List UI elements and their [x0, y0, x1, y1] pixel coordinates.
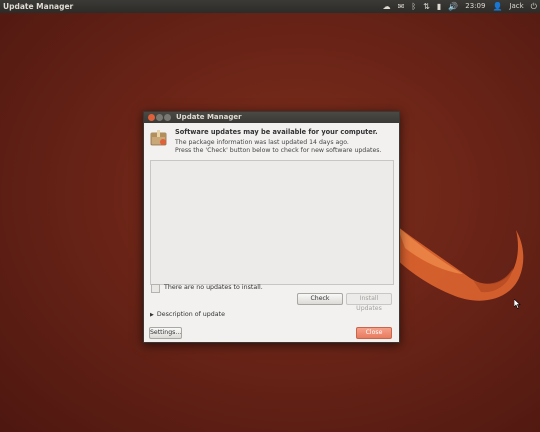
network-icon[interactable]: ⇅: [423, 1, 430, 12]
updates-checkbox[interactable]: [151, 284, 160, 293]
window-minimize-icon[interactable]: [156, 114, 163, 121]
battery-icon[interactable]: ▮: [437, 1, 441, 12]
system-tray: ☁ ✉ ᛒ ⇅ ▮ 🔊 23:09 👤 Jack ⏻: [383, 1, 537, 12]
power-icon[interactable]: ⏻: [531, 1, 537, 12]
window-titlebar[interactable]: Update Manager: [144, 112, 399, 123]
top-panel: Update Manager ☁ ✉ ᛒ ⇅ ▮ 🔊 23:09 👤 Jack …: [0, 0, 540, 13]
window-close-icon[interactable]: [148, 114, 155, 121]
volume-icon[interactable]: 🔊: [448, 1, 458, 12]
update-manager-window: Update Manager Software updates may be a…: [143, 111, 400, 343]
bluetooth-icon[interactable]: ᛒ: [411, 1, 416, 12]
user-icon[interactable]: 👤: [492, 1, 502, 12]
wallpaper-swoosh: [393, 226, 524, 301]
desktop: { "panel": { "app_name": "Update Manager…: [0, 0, 540, 432]
clock[interactable]: 23:09: [465, 1, 485, 12]
check-button[interactable]: Check: [297, 293, 343, 305]
updates-list[interactable]: [150, 160, 394, 285]
close-button[interactable]: Close: [356, 327, 392, 339]
description-label: Description of update: [156, 311, 225, 318]
no-updates-label: There are no updates to install.: [164, 284, 263, 291]
install-updates-button[interactable]: Install Updates: [346, 293, 392, 312]
cloud-icon[interactable]: ☁: [383, 1, 391, 12]
expander-arrow-icon: ▶: [150, 312, 154, 318]
window-maximize-icon[interactable]: [164, 114, 171, 121]
mail-icon[interactable]: ✉: [398, 1, 405, 12]
info-line-2: Press the 'Check' button below to check …: [175, 147, 382, 154]
info-line-1: The package information was last updated…: [175, 139, 349, 146]
description-expander[interactable]: ▶ Description of update: [150, 311, 225, 318]
mouse-cursor-icon: [514, 299, 521, 309]
user-name[interactable]: Jack: [509, 1, 523, 12]
headline-text: Software updates may be available for yo…: [175, 128, 378, 136]
package-icon: [150, 130, 167, 146]
active-app-name: Update Manager: [3, 2, 74, 11]
window-title: Update Manager: [176, 113, 242, 121]
settings-button[interactable]: Settings...: [149, 327, 182, 339]
info-text: The package information was last updated…: [175, 139, 381, 155]
